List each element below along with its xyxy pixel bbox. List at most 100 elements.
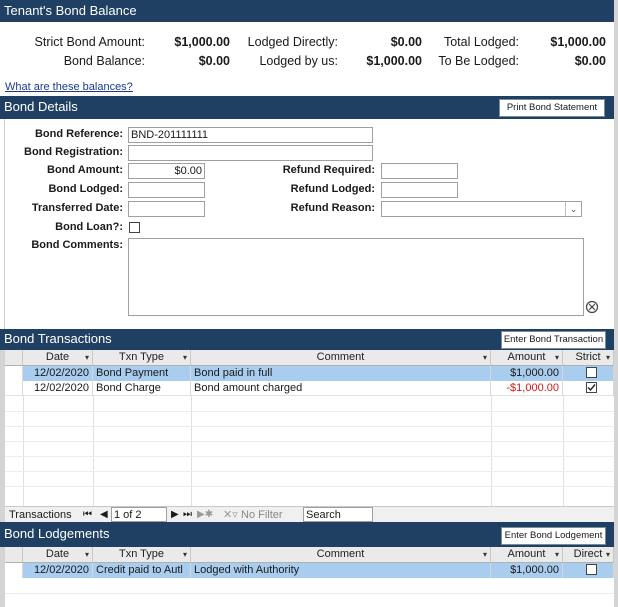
strict-checkbox[interactable] bbox=[586, 367, 597, 378]
row-amount: $1,000.00 bbox=[491, 366, 563, 381]
bond-lodgements-title: Bond Lodgements bbox=[4, 526, 110, 541]
row-date: 12/02/2020 bbox=[23, 366, 93, 381]
col-date-header[interactable]: Date ▾ bbox=[23, 350, 93, 366]
navigator-label: Transactions bbox=[9, 509, 72, 521]
bond-loan-label: Bond Loan?: bbox=[55, 221, 123, 233]
bond-details-header: Bond Details Print Bond Statement bbox=[0, 96, 614, 119]
col-date-header[interactable]: Date ▾ bbox=[23, 547, 93, 563]
refund-lodged-field[interactable] bbox=[381, 182, 458, 198]
search-input[interactable]: Search bbox=[303, 507, 373, 522]
balance-header: Tenant's Bond Balance bbox=[0, 0, 614, 22]
sort-arrow-icon[interactable]: ▾ bbox=[606, 547, 610, 562]
table-row[interactable]: 12/02/2020 Bond Charge Bond amount charg… bbox=[5, 381, 614, 396]
table-row[interactable]: 12/02/2020 Credit paid to Autl Lodged wi… bbox=[5, 563, 614, 578]
bond-comments-field[interactable] bbox=[128, 238, 584, 316]
lodged-by-us-value: $1,000.00 bbox=[366, 54, 422, 68]
bond-transactions-title: Bond Transactions bbox=[4, 331, 112, 346]
window-right-edge bbox=[614, 0, 618, 607]
to-be-lodged-value: $0.00 bbox=[574, 54, 606, 68]
bond-comments-label: Bond Comments: bbox=[31, 239, 123, 251]
balance-title: Tenant's Bond Balance bbox=[4, 3, 137, 18]
transferred-date-field[interactable] bbox=[128, 201, 205, 217]
bond-amount-label: Bond Amount: bbox=[47, 164, 123, 176]
bond-loan-checkbox[interactable] bbox=[129, 222, 140, 233]
col-txn-type-header[interactable]: Txn Type ▾ bbox=[93, 350, 191, 366]
bond-balance-label: Bond Balance: bbox=[63, 54, 145, 68]
bond-reference-label: Bond Reference: bbox=[34, 128, 123, 140]
bond-amount-field[interactable]: $0.00 bbox=[128, 163, 205, 179]
bond-balance-value: $0.00 bbox=[198, 54, 230, 68]
record-position-field[interactable]: 1 of 2 bbox=[111, 507, 167, 522]
sort-arrow-icon[interactable]: ▾ bbox=[183, 547, 187, 562]
sort-arrow-icon[interactable]: ▾ bbox=[183, 350, 187, 365]
strict-bond-amount-value: $1,000.00 bbox=[174, 35, 230, 49]
lodged-directly-value: $0.00 bbox=[390, 35, 422, 49]
total-lodged-value: $1,000.00 bbox=[550, 35, 606, 49]
last-record-icon[interactable]: ⏭ bbox=[183, 508, 192, 522]
new-record-icon[interactable]: ▶✱ bbox=[197, 508, 213, 522]
row-selector[interactable] bbox=[5, 366, 23, 381]
direct-checkbox[interactable] bbox=[586, 564, 597, 575]
strict-checkbox-checked[interactable] bbox=[586, 382, 597, 393]
col-comment-header[interactable]: Comment ▾ bbox=[191, 350, 491, 366]
print-bond-statement-button[interactable]: Print Bond Statement bbox=[499, 99, 605, 117]
comments-resize-icon[interactable] bbox=[585, 300, 599, 314]
sort-arrow-icon[interactable]: ▾ bbox=[483, 547, 487, 562]
bond-lodged-label: Bond Lodged: bbox=[48, 183, 123, 195]
bond-registration-label: Bond Registration: bbox=[24, 146, 123, 158]
lodged-directly-label: Lodged Directly: bbox=[247, 35, 338, 49]
transferred-date-label: Transferred Date: bbox=[31, 202, 123, 214]
row-selector[interactable] bbox=[5, 563, 23, 578]
balances-help-link[interactable]: What are these balances? bbox=[5, 81, 133, 93]
row-amount: $1,000.00 bbox=[491, 563, 563, 578]
lodged-by-us-label: Lodged by us: bbox=[259, 54, 338, 68]
refund-reason-label: Refund Reason: bbox=[290, 202, 375, 214]
col-direct-header[interactable]: Direct ▾ bbox=[563, 547, 614, 563]
bond-registration-field[interactable] bbox=[128, 145, 373, 161]
strict-bond-amount-label: Strict Bond Amount: bbox=[34, 35, 145, 49]
lodgements-grid: Date ▾ Txn Type ▾ Comment ▾ Amount ▾ Direct ▾… bbox=[5, 547, 614, 607]
sort-arrow-icon[interactable]: ▾ bbox=[555, 547, 559, 562]
refund-lodged-label: Refund Lodged: bbox=[290, 183, 375, 195]
refund-reason-select[interactable]: ⌄ bbox=[381, 201, 582, 217]
row-comment: Bond paid in full bbox=[191, 366, 491, 381]
row-comment: Bond amount charged bbox=[191, 381, 491, 396]
row-type: Bond Payment bbox=[93, 366, 191, 381]
col-amount-header[interactable]: Amount ▾ bbox=[491, 350, 563, 366]
enter-bond-transaction-button[interactable]: Enter Bond Transaction bbox=[501, 331, 606, 349]
col-strict-header[interactable]: Strict ▾ bbox=[563, 350, 614, 366]
bond-details-title: Bond Details bbox=[4, 99, 78, 114]
chevron-down-icon[interactable]: ⌄ bbox=[565, 202, 581, 216]
sort-arrow-icon[interactable]: ▾ bbox=[85, 350, 89, 365]
row-comment: Lodged with Authority bbox=[191, 563, 491, 578]
sort-arrow-icon[interactable]: ▾ bbox=[483, 350, 487, 365]
col-amount-header[interactable]: Amount ▾ bbox=[491, 547, 563, 563]
col-txn-type-header[interactable]: Txn Type ▾ bbox=[93, 547, 191, 563]
bond-transactions-header: Bond Transactions Enter Bond Transaction bbox=[0, 329, 614, 350]
no-filter-label[interactable]: No Filter bbox=[241, 508, 283, 522]
row-strict-cell bbox=[563, 366, 614, 381]
next-record-icon[interactable]: ▶ bbox=[171, 508, 179, 522]
table-row[interactable]: 12/02/2020 Bond Payment Bond paid in ful… bbox=[5, 366, 614, 381]
refund-required-field[interactable] bbox=[381, 163, 458, 179]
sort-arrow-icon[interactable]: ▾ bbox=[606, 350, 610, 365]
first-record-icon[interactable]: ⏮ bbox=[83, 508, 92, 522]
enter-bond-lodgement-button[interactable]: Enter Bond Lodgement bbox=[501, 527, 606, 545]
bond-lodged-field[interactable] bbox=[128, 182, 205, 198]
col-comment-header[interactable]: Comment ▾ bbox=[191, 547, 491, 563]
filter-icon[interactable]: ✕▿ bbox=[223, 508, 238, 522]
row-direct-cell bbox=[563, 563, 614, 578]
row-type: Bond Charge bbox=[93, 381, 191, 396]
refund-required-label: Refund Required: bbox=[282, 164, 375, 176]
row-strict-cell bbox=[563, 381, 614, 396]
row-amount: -$1,000.00 bbox=[491, 381, 563, 396]
row-selector-header bbox=[5, 350, 23, 366]
previous-record-icon[interactable]: ◀ bbox=[100, 508, 108, 522]
bond-reference-field[interactable]: BND-201111111 bbox=[128, 127, 373, 143]
sort-arrow-icon[interactable]: ▾ bbox=[85, 547, 89, 562]
bond-lodgements-header: Bond Lodgements Enter Bond Lodgement bbox=[0, 522, 614, 547]
to-be-lodged-label: To Be Lodged: bbox=[438, 54, 519, 68]
details-left-edge bbox=[0, 119, 5, 329]
row-selector[interactable] bbox=[5, 381, 23, 396]
sort-arrow-icon[interactable]: ▾ bbox=[555, 350, 559, 365]
